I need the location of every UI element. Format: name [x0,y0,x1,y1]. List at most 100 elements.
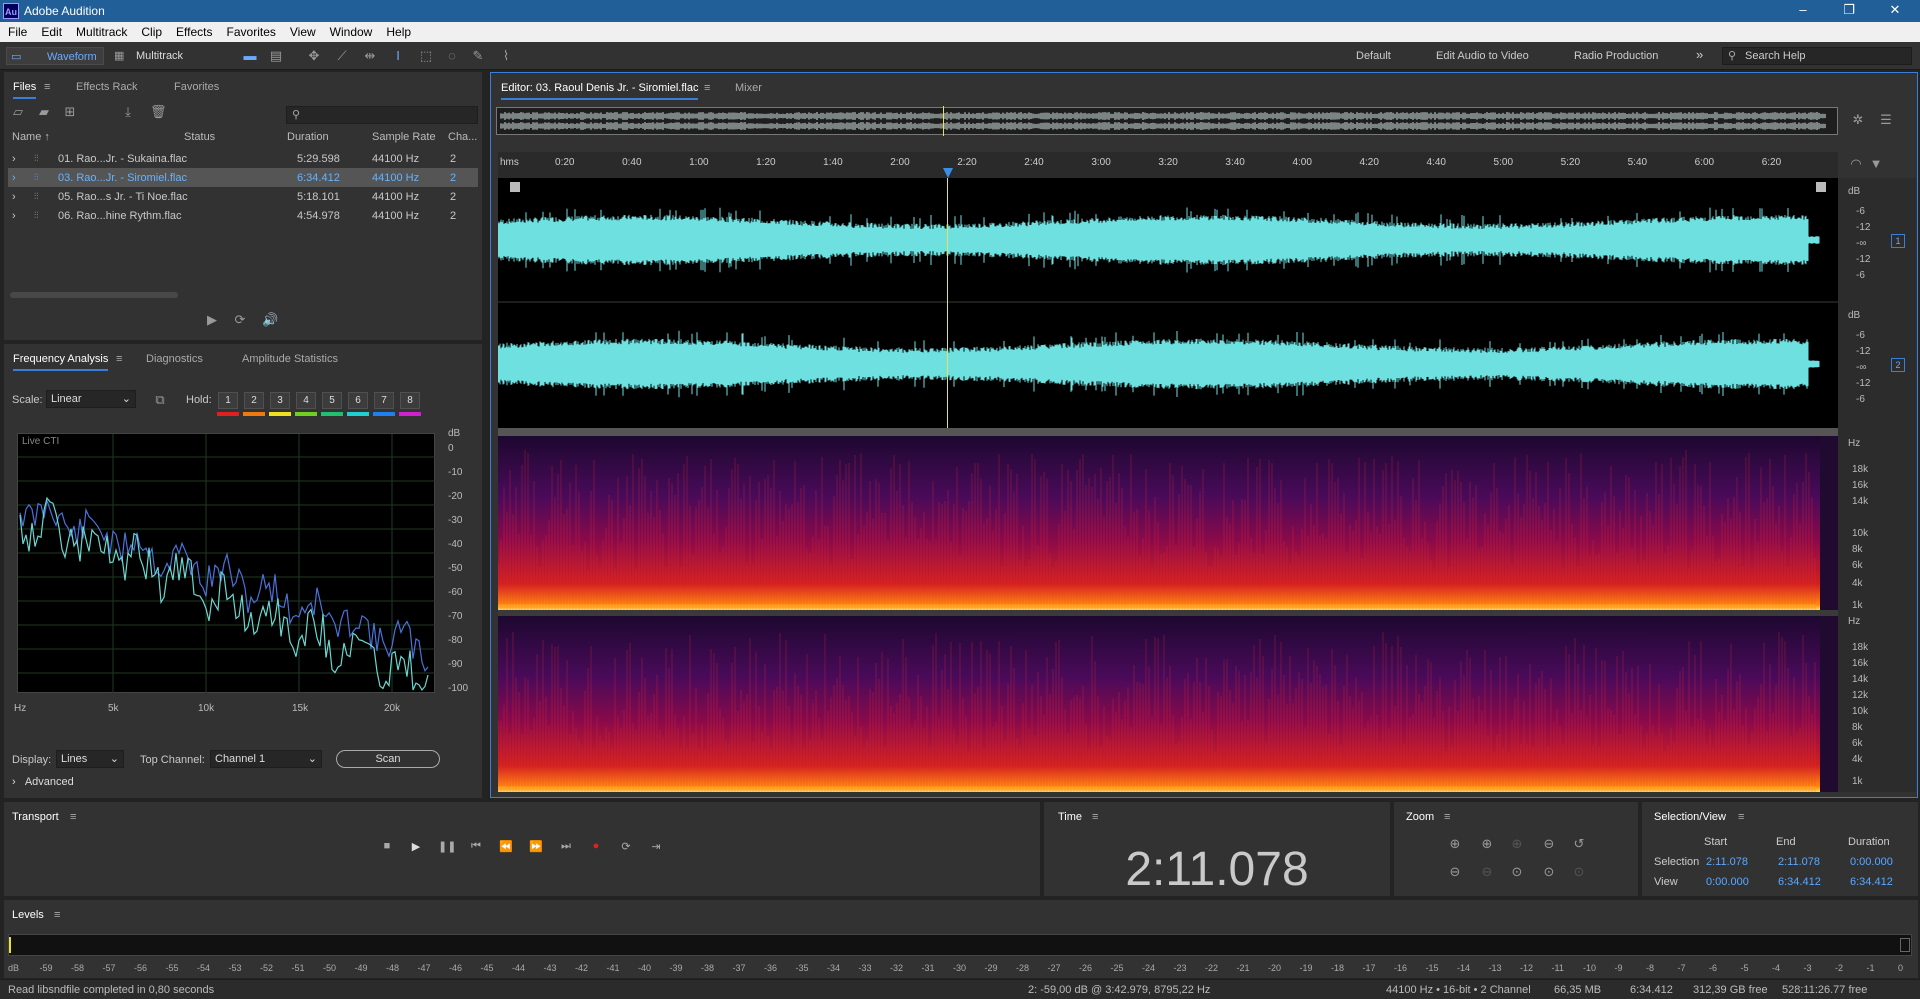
minimize-button[interactable]: – [1780,2,1826,17]
fade-in-handle-icon[interactable] [510,182,520,192]
menu-window[interactable]: Window [322,22,379,39]
hold-button-6[interactable]: 6 [348,392,368,409]
search-help-input[interactable]: ⚲ Search Help [1722,47,1912,65]
selection-start[interactable]: 2:11.078 [1706,856,1748,868]
new-file-icon[interactable]: ⊞ [62,104,78,120]
files-search-input[interactable]: ⚲ [286,106,478,124]
multitrack-view-button[interactable]: ▦ Multitrack [112,47,208,65]
play-icon[interactable]: ▶ [408,840,424,854]
menu-effects[interactable]: Effects [168,22,218,39]
next-icon[interactable]: ⏭ [558,840,574,854]
tab-favorites[interactable]: Favorites [174,81,219,93]
zoom-out-full-icon[interactable]: ⊙ [1570,864,1588,882]
zoom-in-amplitude-icon[interactable]: ⊕ [1446,836,1464,854]
tab-files[interactable]: Files [13,81,37,99]
channel-2-badge[interactable]: 2 [1891,358,1905,372]
zoom-in-point-icon[interactable]: ⊕ [1508,836,1526,854]
menu-multitrack[interactable]: Multitrack [68,22,133,39]
razor-tool-icon[interactable]: ⟋ [334,48,350,64]
zoom-out-time-icon[interactable]: ⊖ [1540,836,1558,854]
delete-file-icon[interactable]: 🗑 [150,104,167,120]
menu-clip[interactable]: Clip [133,22,168,39]
hold-button-7[interactable]: 7 [374,392,394,409]
column-channels[interactable]: Cha... [448,131,477,143]
zoom-to-selection-panel-icon[interactable]: ⊙ [1508,864,1526,882]
column-sample-rate[interactable]: Sample Rate [372,131,436,143]
fade-out-handle-icon[interactable] [1816,182,1826,192]
waveform-display-icon[interactable]: ▬ [242,48,258,64]
menu-favorites[interactable]: Favorites [219,22,282,39]
rewind-icon[interactable]: ⏪ [498,840,514,854]
spectral-display[interactable] [497,436,1838,792]
clip-indicator[interactable] [1900,938,1910,952]
file-row[interactable]: › ⫶⫶ 01. Rao...Jr. - Sukaina.flac 5:29.598 4… [8,149,478,168]
hold-button-3[interactable]: 3 [270,392,290,409]
previous-icon[interactable]: ⏮ [468,840,484,854]
import-file-icon[interactable]: ▰ [36,104,52,120]
loop-preview-icon[interactable]: ⟳ [232,312,248,328]
insert-into-multitrack-icon[interactable]: ⤓ [120,104,136,120]
display-select[interactable]: Lines ⌄ [56,750,124,768]
scale-select[interactable]: Linear ⌄ [46,390,136,408]
top-channel-select[interactable]: Channel 1 ⌄ [210,750,322,768]
pause-icon[interactable]: ❚❚ [438,840,456,854]
fast-forward-icon[interactable]: ⏩ [528,840,544,854]
hold-button-5[interactable]: 5 [322,392,342,409]
editor-panel-menu-icon[interactable]: ≡ [704,82,710,94]
marquee-tool-icon[interactable]: ⬚ [418,48,434,64]
column-name[interactable]: Name ↑ [12,131,50,143]
hold-button-2[interactable]: 2 [244,392,264,409]
view-start[interactable]: 0:00.000 [1706,876,1749,888]
waveform-display[interactable] [497,178,1838,428]
view-end[interactable]: 6:34.412 [1778,876,1821,888]
skip-selection-icon[interactable]: ⇥ [648,840,664,854]
spot-healing-tool-icon[interactable]: ⌇ [498,48,514,64]
close-button[interactable]: ✕ [1872,2,1918,18]
hold-button-8[interactable]: 8 [400,392,420,409]
play-preview-icon[interactable]: ▶ [204,312,220,328]
workspace-edit-audio-to-video[interactable]: Edit Audio to Video [1436,50,1529,62]
menu-help[interactable]: Help [378,22,417,39]
tab-editor[interactable]: Editor: 03. Raoul Denis Jr. - Siromiel.f… [501,82,699,100]
tab-diagnostics[interactable]: Diagnostics [146,353,203,365]
more-workspaces-icon[interactable]: » [1696,47,1703,62]
tab-frequency-analysis[interactable]: Frequency Analysis [13,353,109,371]
zoom-out-point-icon[interactable]: ⊖ [1478,864,1496,882]
file-row[interactable]: › ⫶⫶ 05. Rao...s Jr. - Ti Noe.flac 5:18.101… [8,187,478,206]
selection-duration[interactable]: 0:00.000 [1850,856,1893,868]
selection-end[interactable]: 2:11.078 [1778,856,1820,868]
levels-menu-icon[interactable]: ≡ [54,909,60,921]
slip-tool-icon[interactable]: ⇹ [362,48,378,64]
menu-edit[interactable]: Edit [33,22,68,39]
file-row[interactable]: › ⫶⫶ 06. Rao...hine Rythm.flac 4:54.978 4410… [8,206,478,225]
overview-navigator[interactable] [496,106,1838,136]
tab-amplitude-statistics[interactable]: Amplitude Statistics [242,353,338,365]
open-file-icon[interactable]: ▱ [10,104,26,120]
zoom-full-icon[interactable]: ⊙ [1540,864,1558,882]
tab-effects-rack[interactable]: Effects Rack [76,81,138,93]
zoom-reset-icon[interactable]: ↺ [1570,836,1588,854]
expand-chevron-icon[interactable]: › [12,191,16,203]
zoom-menu-icon[interactable]: ≡ [1444,811,1450,823]
hold-button-1[interactable]: 1 [218,392,238,409]
time-selection-tool-icon[interactable]: I [390,48,406,64]
paintbrush-tool-icon[interactable]: ✎ [470,48,486,64]
column-status[interactable]: Status [184,131,215,143]
overview-menu-icon[interactable]: ☰ [1878,112,1894,128]
waveform-view-button[interactable]: ▭ Waveform [6,47,104,65]
loop-playback-icon[interactable]: ⟳ [618,840,634,854]
column-duration[interactable]: Duration [287,131,329,143]
advanced-toggle-icon[interactable]: ⧉ [152,392,168,408]
view-splitter[interactable] [498,428,1838,436]
zoom-to-selection-icon[interactable]: ✲ [1850,112,1866,128]
expand-chevron-icon[interactable]: › [12,172,16,184]
scan-button[interactable]: Scan [336,750,440,768]
record-icon[interactable]: ● [588,840,604,854]
lasso-tool-icon[interactable]: ◌ [444,48,460,64]
view-duration[interactable]: 6:34.412 [1850,876,1893,888]
stop-icon[interactable]: ■ [379,840,395,854]
menu-view[interactable]: View [282,22,322,39]
time-menu-icon[interactable]: ≡ [1092,811,1098,823]
expand-chevron-icon[interactable]: › [12,210,16,222]
frequency-panel-menu-icon[interactable]: ≡ [116,353,122,365]
